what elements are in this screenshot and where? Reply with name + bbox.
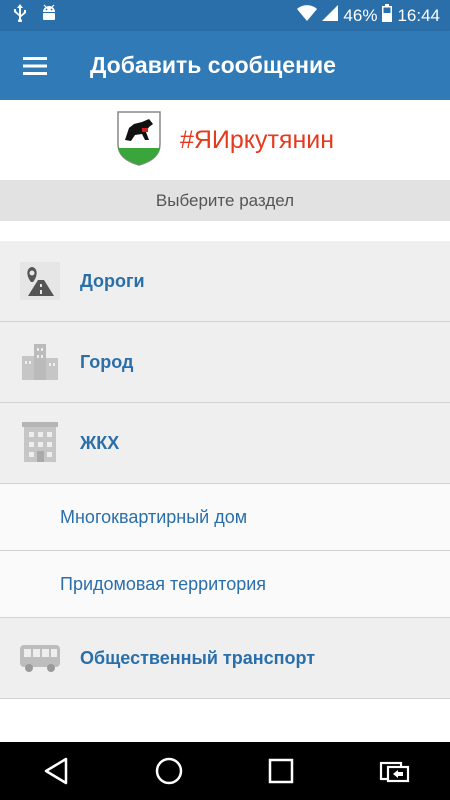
category-public-transport[interactable]: Общественный транспорт [0, 618, 450, 699]
housing-building-icon [0, 422, 80, 464]
bus-icon [0, 643, 80, 673]
rotate-icon[interactable] [364, 742, 424, 800]
irkutsk-coat-of-arms-icon [116, 110, 162, 171]
wifi-icon [297, 5, 318, 26]
hamburger-menu-icon[interactable] [0, 31, 70, 100]
city-buildings-icon [0, 342, 80, 382]
subcategory-apartment-building[interactable]: Многоквартирный дом [0, 484, 450, 551]
category-roads[interactable]: Дороги [0, 241, 450, 322]
system-nav-bar [0, 742, 450, 800]
usb-icon [14, 4, 26, 27]
category-list: Дороги Город ЖКХ Многоквартирный дом При… [0, 241, 450, 699]
category-label: Дороги [80, 270, 145, 291]
category-city[interactable]: Город [0, 322, 450, 403]
status-bar: 46% 16:44 [0, 0, 450, 31]
home-icon[interactable] [139, 742, 199, 800]
back-icon[interactable] [26, 742, 86, 800]
battery-icon [382, 4, 393, 27]
clock: 16:44 [397, 5, 440, 25]
brand-header: #ЯИркутянин [0, 100, 450, 180]
hashtag-label: #ЯИркутянин [179, 125, 335, 154]
page-title: Добавить сообщение [90, 52, 336, 78]
category-label: Общественный транспорт [80, 647, 316, 668]
category-housing[interactable]: ЖКХ [0, 403, 450, 484]
recents-icon[interactable] [251, 742, 311, 800]
signal-icon [322, 5, 339, 26]
subcategory-adjacent-territory[interactable]: Придомовая территория [0, 551, 450, 618]
app-bar: Добавить сообщение [0, 31, 450, 100]
category-label: Город [80, 351, 134, 372]
section-hint: Выберите раздел [0, 180, 450, 221]
android-debug-icon [40, 4, 58, 27]
road-icon [0, 262, 80, 300]
battery-percent: 46% [343, 5, 378, 25]
category-label: ЖКХ [80, 432, 120, 453]
